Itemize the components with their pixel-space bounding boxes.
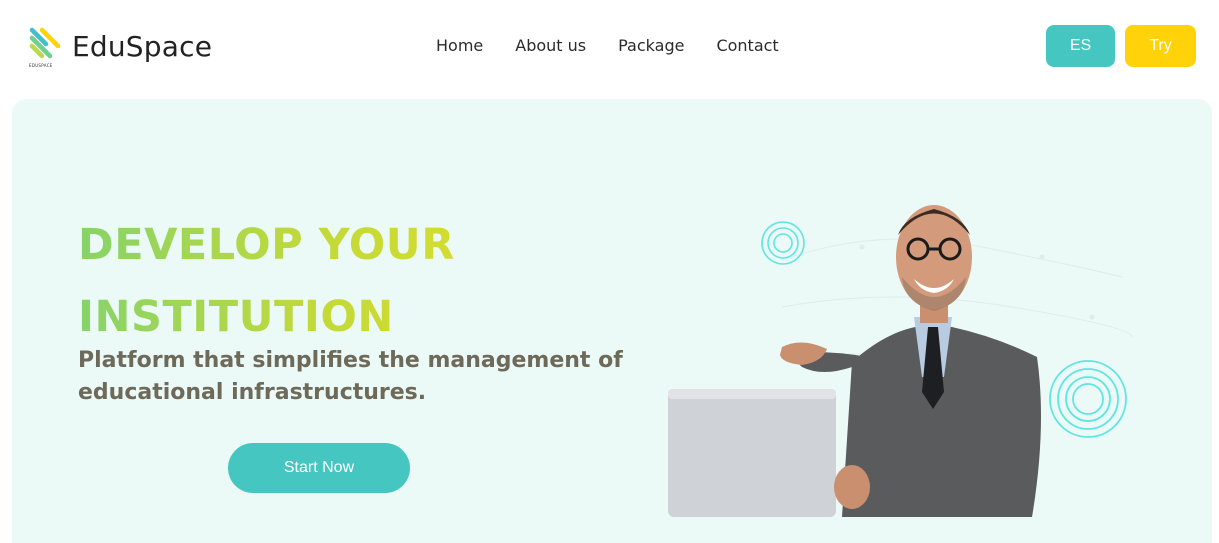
nav-about-us[interactable]: About us: [515, 36, 586, 55]
logo-stripes-icon: EDUSPACE: [28, 26, 64, 68]
nav-package[interactable]: Package: [618, 36, 684, 55]
hero-headline-line1: DEVELOP YOUR: [78, 220, 455, 270]
hero-section: DEVELOP YOUR INSTITUTION Platform that s…: [12, 99, 1212, 543]
start-now-button[interactable]: Start Now: [228, 443, 410, 493]
language-button[interactable]: ES: [1046, 25, 1115, 67]
try-button[interactable]: Try: [1125, 25, 1196, 67]
brand-name: EduSpace: [72, 29, 213, 63]
brand-logo[interactable]: EDUSPACE EduSpace: [28, 26, 213, 68]
hero-subtitle: Platform that simplifies the management …: [78, 348, 623, 405]
glow-circle-large-icon: [1049, 360, 1127, 438]
top-header: EDUSPACE EduSpace Home About us Package …: [0, 0, 1219, 95]
nav-contact[interactable]: Contact: [716, 36, 778, 55]
nav-home[interactable]: Home: [436, 36, 483, 55]
logo-mini-text: EDUSPACE: [29, 63, 53, 68]
hero-headline: DEVELOP YOUR INSTITUTION: [78, 209, 455, 353]
hero-headline-line2: INSTITUTION: [78, 292, 394, 342]
glow-circle-small-icon: [761, 221, 805, 265]
main-nav: Home About us Package Contact: [436, 36, 779, 55]
businessman-with-laptop-illustration: [652, 187, 1152, 517]
